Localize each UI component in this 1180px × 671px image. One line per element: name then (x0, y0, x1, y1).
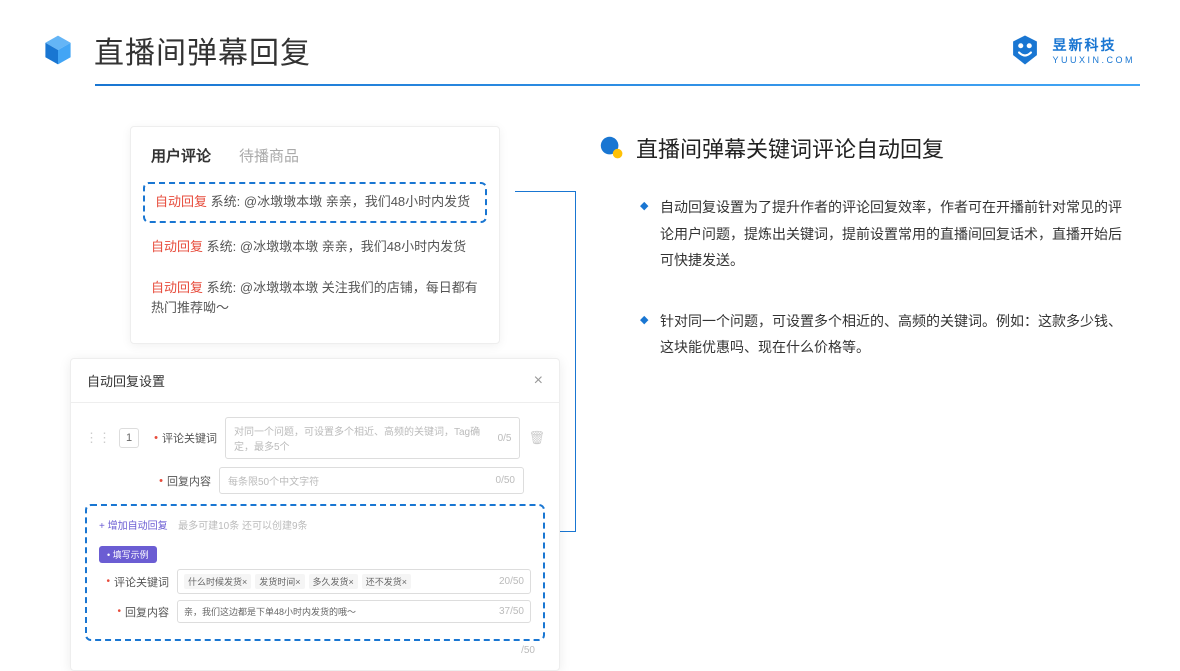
example-badge: • 填写示例 (99, 546, 157, 563)
right-column: 直播间弹幕关键词评论自动回复 自动回复设置为了提升作者的评论回复效率，作者可在开… (600, 126, 1130, 671)
ex-keyword-label: 评论关键词 (114, 574, 169, 590)
comment-tabs: 用户评论 待播商品 (131, 145, 499, 178)
connector-line (575, 191, 576, 531)
keyword-count: 0/5 (498, 433, 512, 444)
auto-reply-tag: 自动回复 (155, 194, 207, 209)
content-placeholder: 每条限50个中文字符 (228, 473, 319, 488)
page-header: 直播间弹幕回复 昱新科技 YUUXIN.COM (0, 0, 1180, 84)
brand-text: 昱新科技 YUUXIN.COM (1052, 35, 1135, 65)
index-box: 1 (119, 428, 139, 448)
close-icon[interactable]: × (534, 372, 543, 390)
auto-reply-tag: 自动回复 (151, 239, 203, 254)
comment-row-highlight: 自动回复 系统: @冰墩墩本墩 亲亲，我们48小时内发货 (143, 182, 487, 223)
comment-row: 自动回复 系统: @冰墩墩本墩 关注我们的店铺，每日都有热门推荐呦～ (131, 268, 499, 330)
brand-cn: 昱新科技 (1052, 35, 1135, 55)
ex-content-value: 亲，我们这边都是下单48小时内发货的哦～ (184, 605, 356, 618)
tag[interactable]: 什么时候发货× (184, 574, 251, 589)
comment-body: @冰墩墩本墩 亲亲，我们48小时内发货 (244, 194, 470, 209)
tab-user-comments[interactable]: 用户评论 (151, 145, 211, 166)
logo-cube-icon (40, 32, 76, 68)
settings-title: 自动回复设置 (87, 371, 165, 390)
ex-keyword-count: 20/50 (499, 576, 524, 587)
keyword-input[interactable]: 对同一个问题，可设置多个相近、高频的关键词，Tag确定，最多5个 0/5 (225, 417, 520, 459)
auto-reply-tag: 自动回复 (151, 280, 203, 295)
tab-pending-goods[interactable]: 待播商品 (239, 145, 299, 166)
bullet-item: 自动回复设置为了提升作者的评论回复效率，作者可在开播前针对常见的评论用户问题，提… (640, 194, 1130, 274)
bullet-list: 自动回复设置为了提升作者的评论回复效率，作者可在开播前针对常见的评论用户问题，提… (600, 194, 1130, 361)
keyword-row: ⋮⋮ 1 • 评论关键词 对同一个问题，可设置多个相近、高频的关键词，Tag确定… (85, 417, 545, 459)
comment-row: 自动回复 系统: @冰墩墩本墩 亲亲，我们48小时内发货 (131, 227, 499, 268)
example-content-row: • 回复内容 亲，我们这边都是下单48小时内发货的哦～ 37/50 (99, 600, 531, 623)
brand-block: 昱新科技 YUUXIN.COM (1008, 33, 1135, 67)
tag[interactable]: 还不发货× (362, 574, 411, 589)
content-area: 用户评论 待播商品 自动回复 系统: @冰墩墩本墩 亲亲，我们48小时内发货 自… (0, 86, 1180, 671)
content-count: 0/50 (496, 475, 515, 486)
bullet-item: 针对同一个问题，可设置多个相近的、高频的关键词。例如：这款多少钱、这块能优惠吗、… (640, 308, 1130, 361)
example-keyword-row: • 评论关键词 什么时候发货× 发货时间× 多久发货× 还不发货× 20/50 (99, 569, 531, 594)
brand-en: YUUXIN.COM (1052, 55, 1135, 65)
example-keyword-input[interactable]: 什么时候发货× 发货时间× 多久发货× 还不发货× 20/50 (177, 569, 531, 594)
outer-count: /50 (85, 641, 545, 656)
left-column: 用户评论 待播商品 自动回复 系统: @冰墩墩本墩 亲亲，我们48小时内发货 自… (70, 126, 560, 671)
settings-body: ⋮⋮ 1 • 评论关键词 对同一个问题，可设置多个相近、高频的关键词，Tag确定… (71, 403, 559, 670)
page-title: 直播间弹幕回复 (94, 28, 311, 72)
example-section: + 增加自动回复 最多可建10条 还可以创建9条 • 填写示例 • 评论关键词 … (85, 504, 545, 641)
trash-icon[interactable]: 🗑 (528, 430, 545, 446)
comment-sys: 系统: (211, 194, 241, 209)
comments-card: 用户评论 待播商品 自动回复 系统: @冰墩墩本墩 亲亲，我们48小时内发货 自… (130, 126, 500, 344)
example-content-input[interactable]: 亲，我们这边都是下单48小时内发货的哦～ 37/50 (177, 600, 531, 623)
tag[interactable]: 多久发货× (309, 574, 358, 589)
add-auto-reply-link[interactable]: + 增加自动回复 (99, 521, 168, 532)
ex-content-count: 37/50 (499, 606, 524, 617)
connector-line (560, 531, 576, 532)
content-row: • 回复内容 每条限50个中文字符 0/50 (85, 467, 545, 494)
comment-body: @冰墩墩本墩 亲亲，我们48小时内发货 (240, 239, 466, 254)
comment-sys: 系统: (207, 239, 237, 254)
keyword-label: 评论关键词 (162, 430, 217, 446)
add-hint: 最多可建10条 还可以创建9条 (178, 521, 307, 532)
required-dot: • (117, 606, 121, 617)
connector-line (515, 191, 575, 192)
brand-icon (1008, 33, 1042, 67)
settings-header: 自动回复设置 × (71, 359, 559, 403)
section-title: 直播间弹幕关键词评论自动回复 (636, 132, 944, 164)
keyword-placeholder: 对同一个问题，可设置多个相近、高频的关键词，Tag确定，最多5个 (234, 423, 498, 453)
comment-sys: 系统: (207, 280, 237, 295)
header-left: 直播间弹幕回复 (40, 28, 311, 72)
required-dot: • (106, 576, 110, 587)
content-input[interactable]: 每条限50个中文字符 0/50 (219, 467, 524, 494)
content-label: 回复内容 (167, 473, 211, 489)
required-dot: • (154, 432, 158, 444)
required-dot: • (159, 475, 163, 487)
bubble-icon (600, 136, 624, 160)
drag-icon[interactable]: ⋮⋮ (85, 430, 111, 446)
settings-card: 自动回复设置 × ⋮⋮ 1 • 评论关键词 对同一个问题，可设置多个相近、高频的… (70, 358, 560, 671)
tag[interactable]: 发货时间× (255, 574, 304, 589)
section-head: 直播间弹幕关键词评论自动回复 (600, 132, 1130, 164)
ex-content-label: 回复内容 (125, 604, 169, 620)
